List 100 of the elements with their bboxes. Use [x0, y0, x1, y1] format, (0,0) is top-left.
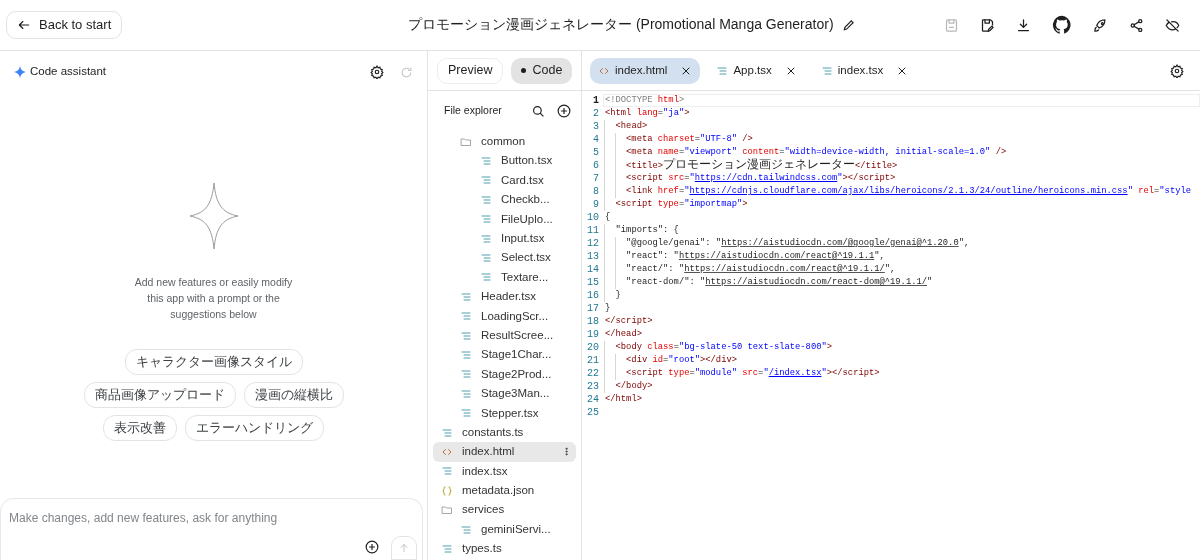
line-number: 12 [586, 237, 600, 250]
settings-icon[interactable] [370, 65, 384, 79]
download-icon[interactable] [1016, 17, 1031, 33]
view-tab[interactable]: Preview [437, 57, 504, 84]
line-number: 10 [586, 211, 600, 224]
folder-icon [460, 135, 472, 148]
save-edit-icon[interactable] [980, 17, 995, 33]
lines-icon [480, 213, 492, 226]
rocket-icon[interactable] [1093, 17, 1108, 33]
panel-title: Code assistant [30, 64, 107, 80]
sparkle-icon [188, 182, 239, 250]
add-icon[interactable] [365, 540, 379, 554]
braces-icon [441, 484, 453, 497]
line-number: 3 [592, 120, 600, 133]
tree-item[interactable]: index.html [433, 442, 576, 462]
suggestion-chip[interactable]: エラーハンドリング [185, 415, 324, 441]
tree-item[interactable]: services [433, 500, 576, 520]
tree-item[interactable]: constants.ts [433, 422, 576, 443]
code-line: <title>プロモーション漫画ジェネレーター</title> [625, 158, 898, 173]
line-number: 22 [586, 367, 600, 380]
suggestion-chip[interactable]: 漫画の縦横比 [243, 382, 344, 408]
prompt-field[interactable]: Make changes, add new features, ask for anything [0, 498, 423, 560]
lines-icon [480, 155, 492, 168]
tree-item[interactable]: Card.tsx [433, 170, 576, 191]
tree-item[interactable]: Input.tsx [433, 228, 576, 249]
code-line: </body> [614, 380, 653, 393]
editor-tab[interactable]: index.html [590, 57, 701, 84]
share-icon[interactable] [1129, 17, 1144, 33]
lines-icon [460, 310, 472, 323]
line-number: 4 [592, 133, 600, 146]
editor-tab[interactable]: index.tsx [812, 57, 917, 84]
tree-item[interactable]: types.ts [433, 539, 576, 559]
line-number: 16 [586, 289, 600, 302]
code-line: "react": "https://aistudiocdn.com/react@^19.1.1", [625, 250, 885, 263]
folder-icon [441, 504, 453, 517]
code-line: <script src="https://cdn.tailwindcss.com"></script> [625, 172, 896, 185]
tree-item[interactable]: Header.tsx [433, 287, 576, 307]
lines-icon [480, 252, 492, 265]
tree-item[interactable]: LoadingScr... [433, 306, 576, 326]
code-line: } [604, 302, 611, 315]
lines-icon [716, 64, 729, 77]
tree-item[interactable]: metadata.json [433, 481, 576, 501]
tree-item[interactable]: ResultScree... [433, 325, 576, 346]
code-line: <link href="https://cdnjs.cloudflare.com/ajax/libs/heroicons/2.1.3/24/outline/heroicons.min.css" rel="style [625, 185, 1191, 198]
line-number: 5 [592, 146, 600, 159]
intro-text: Add new features or easily modify this app with a prompt or the suggestions below [133, 275, 294, 322]
lines-icon [460, 387, 472, 400]
code-line: "react/": "https://aistudiocdn.com/react@^19.1.1/", [625, 263, 896, 276]
line-number: 1 [592, 94, 600, 107]
suggestion-chip[interactable]: キャラクター画像スタイル [124, 349, 303, 375]
tree-item[interactable]: common [433, 132, 576, 152]
line-number: 20 [586, 341, 600, 354]
tree-item[interactable]: Button.tsx [433, 151, 576, 171]
code-line: <script type="importmap"> [614, 198, 748, 211]
line-number: 11 [586, 224, 600, 237]
suggestion-chip[interactable]: 商品画像アップロード [83, 382, 236, 408]
tree-item[interactable]: FileUplo... [433, 209, 576, 229]
tree-item[interactable]: index.tsx [433, 461, 576, 482]
line-number: 23 [586, 380, 600, 393]
line-number: 8 [592, 185, 600, 198]
line-number: 6 [592, 159, 600, 172]
code-line: <html lang="ja"> [604, 107, 690, 120]
search-icon[interactable] [532, 104, 545, 118]
code-line: </script> [604, 315, 653, 328]
line-number: 25 [586, 406, 600, 419]
tree-item[interactable]: geminiServi... [433, 519, 576, 540]
tree-item[interactable]: Stage2Prod... [433, 364, 576, 385]
pencil-icon[interactable] [841, 17, 856, 32]
lines-icon [480, 193, 492, 206]
add-icon[interactable] [557, 104, 571, 118]
line-number: 17 [586, 302, 600, 315]
code-line: <meta name="viewport" content="width=device-width, initial-scale=1.0" /> [625, 146, 1007, 158]
arrow-up-icon [398, 542, 410, 554]
arrow-left-icon [17, 18, 31, 32]
back-button[interactable]: Back to start [6, 11, 123, 39]
code-line: <script type="module" src="/index.tsx"></script> [625, 367, 880, 380]
tree-item[interactable]: Select.tsx [433, 248, 576, 268]
suggestion-chip[interactable]: 表示改善 [103, 415, 177, 441]
view-tab[interactable]: Code [511, 57, 573, 84]
line-number: 21 [586, 354, 600, 367]
code-line: "react-dom/": "https://aistudiocdn.com/react-dom@^19.1.1/" [625, 276, 933, 289]
settings-icon[interactable] [1170, 63, 1184, 78]
eye-off-icon[interactable] [1165, 17, 1180, 33]
lines-icon [460, 329, 472, 342]
tree-item[interactable]: Stage1Char... [433, 345, 576, 365]
lines-icon [441, 426, 453, 439]
tree-item[interactable]: Checkb... [433, 190, 576, 210]
line-number: 18 [586, 315, 600, 328]
cat-logo-icon[interactable] [1052, 15, 1072, 35]
sparkle-icon [14, 66, 26, 78]
code-line: <head> [614, 120, 648, 133]
tree-item[interactable]: Stage3Man... [433, 384, 576, 404]
prompt-input[interactable]: Make changes, add new features, ask for anything [9, 509, 409, 527]
line-number: 13 [586, 250, 600, 263]
panel-title: File explorer [444, 103, 502, 119]
editor-tab[interactable]: App.tsx [708, 57, 805, 84]
code-line: "@google/genai": "https://aistudiocdn.com/@google/genai@^1.20.0", [625, 237, 970, 250]
line-number: 9 [592, 198, 600, 211]
tree-item[interactable]: Stepper.tsx [433, 403, 576, 423]
tree-item[interactable]: Textare... [433, 267, 576, 288]
